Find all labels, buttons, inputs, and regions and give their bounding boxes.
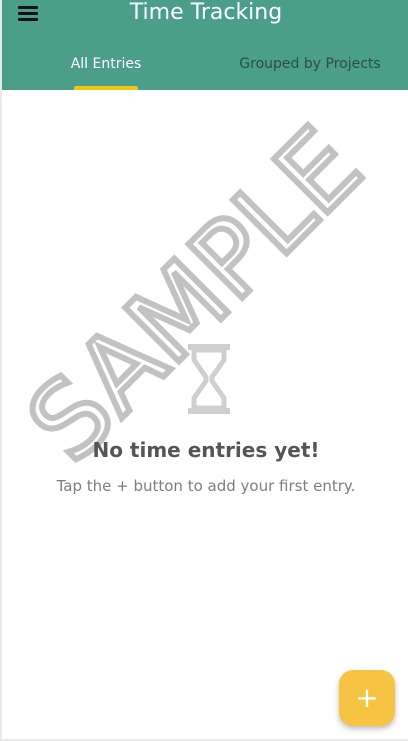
empty-state-title: No time entries yet! xyxy=(92,438,320,462)
app-frame: Time Tracking All Entries Grouped by Pro… xyxy=(0,0,408,741)
empty-state-subtitle: Tap the + button to add your first entry… xyxy=(56,477,356,495)
tab-all-entries[interactable]: All Entries xyxy=(60,40,152,90)
tab-bar: All Entries Grouped by Projects xyxy=(2,40,408,90)
sample-watermark: SAMPLE xyxy=(10,110,387,470)
watermark-text: SAMPLE xyxy=(10,110,384,470)
add-entry-button[interactable]: + xyxy=(339,670,395,726)
tab-grouped-by-projects[interactable]: Grouped by Projects xyxy=(228,40,392,90)
active-tab-indicator xyxy=(74,86,138,90)
plus-icon: + xyxy=(355,681,379,714)
app-title: Time Tracking xyxy=(129,0,283,25)
tab-label: Grouped by Projects xyxy=(239,56,381,72)
tab-label: All Entries xyxy=(70,56,142,72)
hourglass-icon xyxy=(188,344,230,414)
app-bar: Time Tracking All Entries Grouped by Pro… xyxy=(2,0,408,90)
